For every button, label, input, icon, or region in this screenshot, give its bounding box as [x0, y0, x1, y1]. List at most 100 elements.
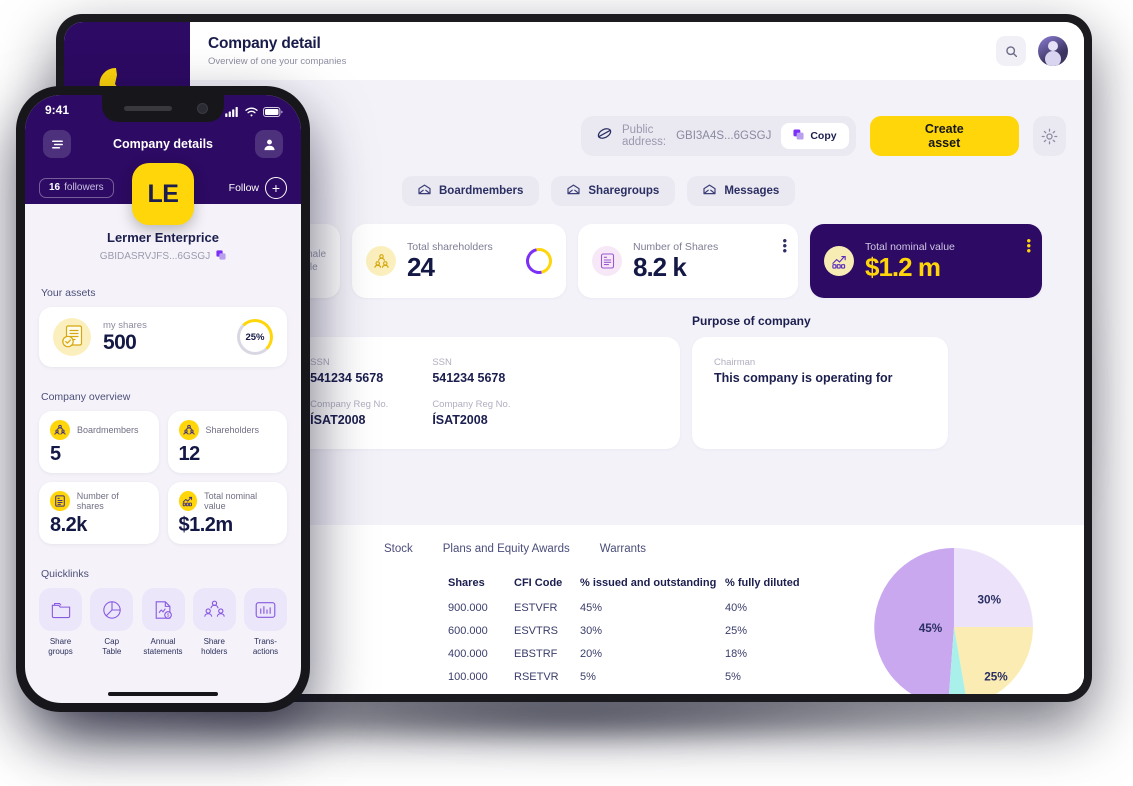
- stat-text: Total nominal value $1.2 m: [865, 241, 955, 281]
- card-menu-icon[interactable]: • • •: [1026, 234, 1031, 257]
- signal-icon: [225, 104, 240, 122]
- verified-document-icon: [53, 318, 91, 356]
- tab-sharegroups[interactable]: Sharegroups: [551, 176, 676, 206]
- label-line2: groups: [48, 647, 73, 656]
- avatar[interactable]: [1038, 36, 1068, 66]
- my-shares-card[interactable]: my shares 500 25%: [39, 307, 287, 367]
- section-tabs: Boardmembers Sharegroups Messages: [402, 176, 1066, 206]
- phone-header: 9:41 Company details 16 followers Follow…: [25, 95, 301, 225]
- document-icon: [50, 491, 70, 511]
- table-row[interactable]: 400.000 EBSTRF 20% 18%: [448, 648, 835, 671]
- pie-chart-icon: [90, 588, 134, 631]
- home-indicator: [108, 692, 218, 696]
- cell-diluted: 18%: [725, 648, 748, 660]
- col-cfi-code: CFI Code: [514, 577, 563, 589]
- card-top: Total nominal value: [178, 491, 277, 511]
- reg-label: Company Reg No.: [310, 399, 389, 410]
- cell-issued: 45%: [580, 602, 603, 614]
- card-label: Boardmembers: [77, 425, 139, 435]
- pie-slice-25: [954, 627, 1033, 694]
- subtab-stock[interactable]: Stock: [384, 543, 413, 555]
- gear-icon[interactable]: [1032, 116, 1066, 156]
- card-value: 12: [178, 443, 201, 465]
- quicklink-share-holders[interactable]: Share holders: [192, 588, 236, 657]
- card-value: 5: [50, 443, 61, 465]
- pie-label-25: 25%: [984, 671, 1008, 684]
- cell-shares: 900.000: [448, 602, 488, 614]
- shareholders-icon: [366, 246, 396, 276]
- tab-boardmembers[interactable]: Boardmembers: [402, 176, 540, 206]
- ownership-pie-chart: 45% 30% 25%: [870, 543, 1038, 694]
- search-icon[interactable]: [996, 36, 1026, 66]
- ssn-value: 541234 5678: [432, 371, 506, 385]
- subtab-warrants[interactable]: Warrants: [600, 543, 646, 555]
- copy-icon: [793, 129, 804, 143]
- overview-card-total-nominal-value[interactable]: Total nominal value $1.2m: [167, 482, 287, 544]
- quicklink-label: Trans- actions: [244, 637, 287, 657]
- label-line1: Share: [203, 637, 225, 646]
- chairman-label: Chairman: [714, 357, 756, 368]
- cell-shares: 600.000: [448, 625, 488, 637]
- quicklink-cap-table[interactable]: Cap Table: [90, 588, 134, 657]
- purpose-section: Purpose of company Chairman This company…: [692, 314, 948, 449]
- action-row: Public address: GBI3A4S...6GSGJ Copy Cre…: [208, 116, 1066, 156]
- company-public-address: GBIDASRVJFS...6GSGJ: [39, 250, 287, 263]
- folder-icon: [39, 588, 82, 631]
- transactions-icon: [244, 588, 287, 631]
- label-line2: statements: [143, 647, 183, 656]
- overview-card-number-of-shares[interactable]: Number of shares 8.2k: [39, 482, 159, 544]
- label-line1: Trans-: [254, 637, 277, 646]
- ssn-label: SSN: [310, 357, 330, 368]
- stat-card-total-shareholders[interactable]: Total shareholders 24: [352, 224, 566, 298]
- mail-icon: [703, 184, 716, 198]
- menu-icon[interactable]: [43, 130, 71, 158]
- purpose-heading: Purpose of company: [692, 314, 811, 328]
- information-column: SSN 541234 5678 Company Reg No. ÍSAT2008: [310, 357, 388, 429]
- stat-card-number-of-shares[interactable]: Number of Shares 8.2 k • • •: [578, 224, 798, 298]
- my-shares-label: my shares: [103, 319, 147, 331]
- create-asset-button[interactable]: Create asset: [869, 116, 1019, 156]
- my-shares-percent: 25%: [245, 331, 265, 343]
- overview-card-boardmembers[interactable]: Boardmembers 5: [39, 411, 159, 473]
- reg-value: ÍSAT2008: [432, 413, 488, 427]
- label-line2: Table: [102, 647, 122, 656]
- profile-icon[interactable]: [255, 130, 283, 158]
- quicklinks-row: Share groups Cap Table $ Annual statemen…: [39, 588, 287, 657]
- quicklink-label: Cap Table: [90, 637, 133, 657]
- followers-count: 16: [49, 182, 61, 193]
- overview-card-shareholders[interactable]: Shareholders 12: [167, 411, 287, 473]
- copy-button[interactable]: Copy: [781, 123, 849, 149]
- quicklink-share-groups[interactable]: Share groups: [39, 588, 82, 657]
- table-row[interactable]: 100.000 RSETVR 5% 5%: [448, 671, 835, 694]
- speaker-icon: [124, 106, 172, 111]
- stat-value: 8.2 k: [633, 251, 687, 282]
- cell-diluted: 5%: [725, 671, 741, 683]
- quicklink-annual-statements[interactable]: $ Annual statements: [141, 588, 185, 657]
- company-overview-grid: Boardmembers 5 Shareholders 12 Number of…: [39, 411, 287, 544]
- company-logo: LE: [132, 163, 194, 225]
- subtab-plans-equity-awards[interactable]: Plans and Equity Awards: [443, 543, 570, 555]
- card-menu-icon[interactable]: • • •: [782, 234, 787, 257]
- stat-text: Total shareholders 24: [407, 241, 493, 281]
- top-bar: Company detail Overview of one your comp…: [190, 22, 1084, 80]
- tab-messages[interactable]: Messages: [687, 176, 796, 206]
- label-line2: holders: [201, 647, 228, 656]
- table-row[interactable]: 600.000 ESVTRS 30% 25%: [448, 625, 835, 648]
- card-label: Shareholders: [205, 425, 260, 435]
- my-shares-text: my shares 500: [103, 320, 147, 355]
- quicklink-transactions[interactable]: Trans- actions: [244, 588, 287, 657]
- copy-icon[interactable]: [216, 250, 226, 263]
- label-line1: Cap: [104, 637, 120, 646]
- followers-badge[interactable]: 16 followers: [39, 177, 114, 198]
- shareholders-donut-chart: [521, 243, 557, 279]
- table-header-row: Shares CFI Code % issued and outstanding…: [448, 577, 835, 602]
- cell-issued: 30%: [580, 625, 603, 637]
- label-line1: Annual: [150, 637, 176, 646]
- card-label: Number of shares: [76, 491, 119, 511]
- follow-button[interactable]: Follow +: [229, 176, 287, 199]
- stat-card-total-nominal-value[interactable]: Total nominal value $1.2 m • • •: [810, 224, 1042, 298]
- cell-cfi: EBSTRF: [514, 648, 558, 660]
- cell-cfi: RSETVR: [514, 671, 559, 683]
- purpose-text: This company is operating for: [714, 371, 893, 385]
- table-row[interactable]: 900.000 ESTVFR 45% 40%: [448, 602, 835, 625]
